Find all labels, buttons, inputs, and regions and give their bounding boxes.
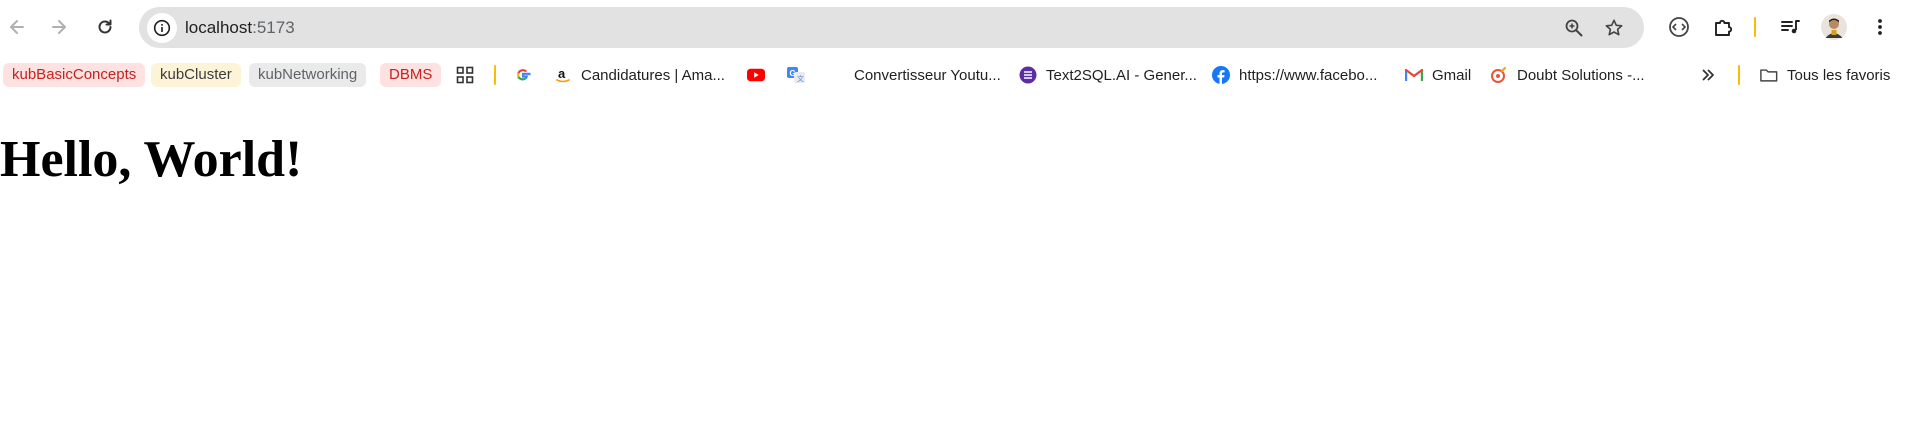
bookmark-facebook[interactable]: https://www.facebo... [1212,63,1377,87]
forward-arrow-icon [52,20,66,34]
tab-group-kubbasicconcepts[interactable]: kubBasicConcepts [3,63,146,87]
info-icon [153,19,171,37]
gmail-icon [1405,66,1423,84]
forward-button[interactable] [42,10,76,44]
youtube-icon [747,66,765,84]
media-router-button[interactable] [1663,11,1695,43]
tab-group-kubnetworking[interactable]: kubNetworking [249,63,367,87]
toolbar-separator [1754,17,1756,37]
bookmark-convertisseur-youtube[interactable]: Convertisseur Youtu... [854,63,1001,87]
doubt-solutions-icon [1490,66,1508,84]
reading-list-icon [1781,20,1800,34]
apps-grid-icon [456,66,474,84]
back-arrow-icon [10,20,24,34]
tab-group-kubcluster[interactable]: kubCluster [151,63,241,87]
reading-list-button[interactable] [1774,11,1806,43]
bookmark-label: Convertisseur Youtu... [854,66,1001,84]
browser-toolbar: localhost:5173 [0,0,1907,56]
facebook-icon [1212,66,1230,84]
folder-label: Tous les favoris [1787,66,1891,84]
extensions-icon [1715,19,1733,36]
bookmark-gmail[interactable]: Gmail [1405,63,1471,87]
text2sql-icon [1019,66,1037,84]
folder-icon [1760,66,1778,84]
amazon-icon: a [554,66,572,84]
page-heading: Hello, World! [0,131,303,188]
translate-icon: G文 [787,66,805,84]
bookmark-label: Gmail [1432,66,1472,84]
zoom-icon [1565,19,1583,37]
bookmark-star-button[interactable] [1599,13,1629,43]
bookmark-label: https://www.facebo... [1239,66,1378,84]
bookmark-label: Doubt Solutions -... [1517,66,1645,84]
star-icon [1605,19,1623,36]
zoom-button[interactable] [1559,13,1589,43]
bookmark-label: Candidatures | Ama... [581,66,725,84]
chevron-double-right-icon [1702,69,1714,81]
reload-icon [98,19,112,34]
extensions-button[interactable] [1707,11,1739,43]
bookmark-doubt-solutions[interactable]: Doubt Solutions -... [1490,63,1645,87]
bookmarks-bar: kubBasicConcepts kubCluster kubNetworkin… [0,56,1907,92]
google-icon [514,66,532,84]
site-info-button[interactable] [147,13,177,43]
more-menu-icon [1878,19,1882,35]
back-button[interactable] [0,10,34,44]
apps-button[interactable] [456,63,474,87]
page-content: Hello, World! [0,92,1907,446]
bookmark-google[interactable] [514,63,541,87]
media-router-icon [1669,17,1689,37]
more-menu-button[interactable] [1864,11,1896,43]
svg-text:G: G [790,69,796,78]
bookmarks-separator-right [1738,65,1740,85]
bookmark-youtube[interactable] [747,63,774,87]
address-bar[interactable]: localhost:5173 [139,7,1644,48]
url-host: localhost [185,18,253,37]
svg-text:文: 文 [797,74,804,83]
svg-text:a: a [558,66,566,81]
more-bookmarks-button[interactable] [1700,63,1716,87]
tab-group-dbms[interactable]: DBMS [380,63,442,87]
bookmarks-separator [494,65,496,85]
bookmark-amazon[interactable]: a Candidatures | Ama... [554,63,725,87]
profile-button[interactable] [1818,11,1850,43]
bookmark-text2sql[interactable]: Text2SQL.AI - Gener... [1019,63,1197,87]
reload-button[interactable] [88,10,122,44]
url-port: :5173 [252,18,295,37]
bookmark-label: Text2SQL.AI - Gener... [1046,66,1197,84]
all-bookmarks-folder[interactable]: Tous les favoris [1760,63,1890,87]
avatar [1821,14,1847,40]
bookmark-translate[interactable]: G文 [787,63,814,87]
url-text[interactable]: localhost:5173 [185,18,295,38]
